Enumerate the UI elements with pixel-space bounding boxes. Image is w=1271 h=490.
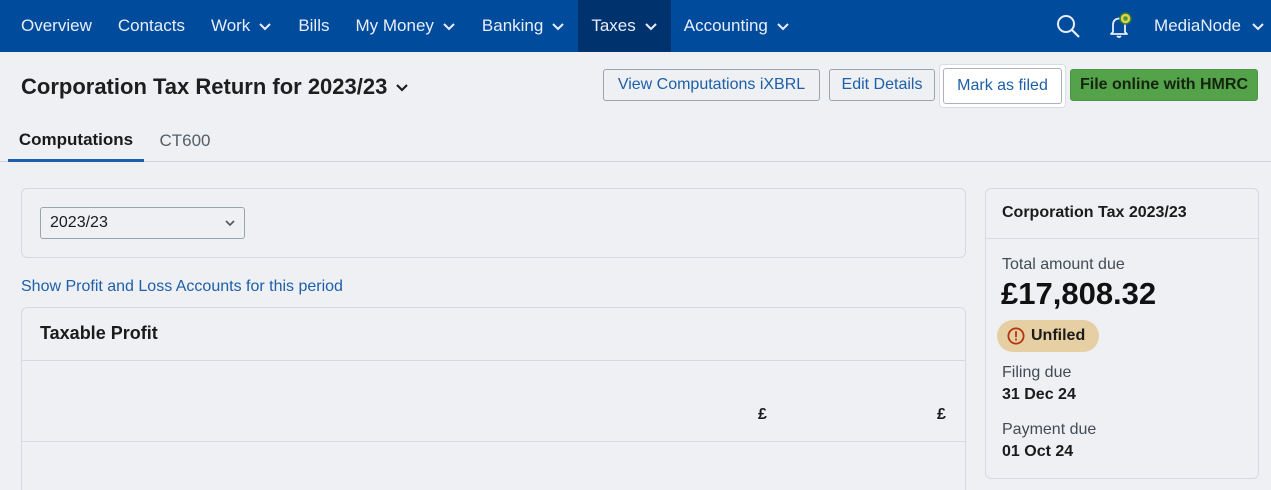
nav-item-label: Accounting: [683, 16, 768, 35]
payment-due-value: 01 Oct 24: [1002, 443, 1074, 460]
nav-right: MediaNode: [1042, 0, 1271, 52]
nav-item-label: Bills: [298, 16, 330, 35]
column-header: £: [758, 406, 767, 423]
view-computations-ixbrl-button[interactable]: View Computations iXBRL: [603, 69, 820, 101]
search-icon: [1057, 15, 1080, 38]
edit-details-button[interactable]: Edit Details: [829, 69, 935, 101]
show-profit-loss-link[interactable]: Show Profit and Loss Accounts for this p…: [21, 278, 343, 296]
chevron-down-icon: [777, 23, 789, 31]
nav-item-contacts[interactable]: Contacts: [105, 0, 198, 52]
nav-item-label: Taxes: [591, 16, 636, 35]
tab-computations[interactable]: Computations: [8, 120, 144, 162]
warning-icon: [1007, 327, 1025, 345]
mark-as-filed-label: Mark as filed: [943, 68, 1062, 104]
divider: [986, 238, 1258, 239]
status-text: Unfiled: [1031, 327, 1086, 344]
user-menu[interactable]: MediaNode: [1146, 16, 1271, 36]
notifications-button[interactable]: [1094, 0, 1146, 52]
divider: [22, 360, 965, 361]
chevron-down-icon: [259, 23, 272, 31]
period-select[interactable]: 2023/23: [40, 207, 245, 239]
chevron-down-icon: [645, 23, 657, 31]
tab-bar: Computations CT600: [0, 120, 1271, 162]
user-name: MediaNode: [1154, 16, 1241, 35]
nav-item-label: Banking: [481, 16, 544, 35]
chevron-down-icon: [396, 84, 409, 92]
total-amount-label: Total amount due: [1002, 256, 1125, 273]
search-button[interactable]: [1042, 0, 1094, 52]
nav-item-bills[interactable]: Bills: [285, 0, 342, 52]
nav-item-label: My Money: [355, 16, 434, 35]
mark-as-filed-button[interactable]: Mark as filed: [940, 65, 1065, 107]
chevron-down-icon: [552, 23, 565, 31]
nav-item-banking[interactable]: Banking: [469, 0, 578, 52]
filing-due-label: Filing due: [1002, 364, 1072, 381]
taxable-profit-panel: [21, 307, 966, 490]
page-title[interactable]: Corporation Tax Return for 2023/23: [21, 74, 409, 100]
nav-item-label: Overview: [21, 16, 92, 35]
nav-item-label: Work: [210, 16, 251, 35]
chevron-down-icon: [1252, 23, 1264, 31]
nav-item-accounting[interactable]: Accounting: [671, 0, 803, 52]
chevron-down-icon: [443, 23, 455, 31]
chevron-down-icon: [225, 220, 235, 227]
nav-item-label: Contacts: [117, 16, 185, 35]
divider: [22, 441, 965, 442]
taxable-profit-title: Taxable Profit: [40, 323, 158, 343]
summary-title: Corporation Tax 2023/23: [1002, 204, 1187, 221]
notification-bell-icon: [1110, 12, 1132, 38]
status-badge: Unfiled: [997, 320, 1099, 352]
nav-item-work[interactable]: Work: [198, 0, 285, 52]
column-header: £: [937, 406, 946, 423]
filing-due-value: 31 Dec 24: [1002, 386, 1076, 403]
page-title-text: Corporation Tax Return for 2023/23: [21, 74, 388, 99]
nav-item-taxes[interactable]: Taxes: [578, 0, 671, 52]
total-amount-value: £17,808.32: [1001, 276, 1157, 311]
period-select-value: 2023/23: [50, 214, 108, 231]
file-online-hmrc-button[interactable]: File online with HMRC: [1070, 69, 1258, 101]
nav-item-overview[interactable]: Overview: [0, 0, 105, 52]
nav-item-my-money[interactable]: My Money: [342, 0, 468, 52]
top-nav: Overview Contacts Work Bills My Money Ba…: [0, 0, 1271, 52]
tab-ct600[interactable]: CT600: [150, 120, 220, 162]
payment-due-label: Payment due: [1002, 421, 1097, 438]
